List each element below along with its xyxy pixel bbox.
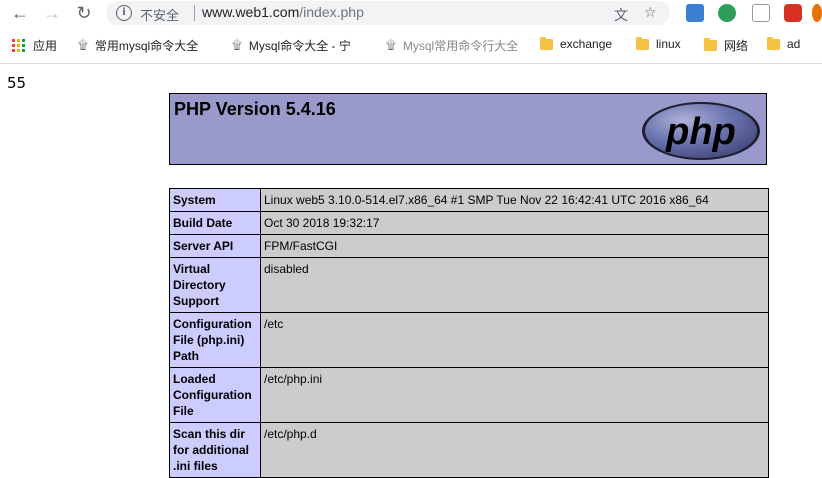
script-output: 55 [7, 74, 27, 92]
security-label: 不安全 [140, 8, 180, 23]
bookmark-label: Mysql常用命令行大全 [402, 39, 519, 53]
bookmark-network[interactable]: 网络 [704, 37, 748, 54]
signal-extension-icon[interactable] [752, 4, 770, 22]
download-extension-icon[interactable] [686, 4, 704, 22]
table-row: Loaded Configuration File/etc/php.ini [169, 367, 769, 423]
address-separator [194, 5, 195, 21]
bookmark-linux[interactable]: linux [636, 36, 681, 51]
php-logo-icon: php [642, 102, 760, 160]
translate-icon[interactable]: 文 [614, 5, 628, 25]
page-content: 55 PHP Version 5.4.16 php System Linux we… [0, 64, 822, 478]
bookmark-mysql-1[interactable]: ۩ 常用mysql命令大全 [78, 37, 198, 54]
row-key: Server API [169, 234, 261, 258]
row-value: Linux web5 3.10.0-514.el7.x86_64 #1 SMP … [260, 188, 769, 212]
row-value: FPM/FastCGI [260, 234, 769, 258]
row-value: disabled [260, 257, 769, 313]
url-host: www.web1.com [202, 4, 300, 20]
dolphin-icon: ۩ [386, 38, 396, 53]
apps-grid-icon [12, 39, 25, 52]
phpinfo-header: PHP Version 5.4.16 php [169, 93, 767, 165]
folder-icon [767, 36, 780, 50]
address-bar[interactable]: i 不安全 www.web1.com/index.php 文 ☆ [106, 1, 670, 25]
bookmark-label: 常用mysql命令大全 [94, 39, 199, 53]
forward-icon[interactable]: → [40, 2, 64, 24]
bookmarks-bar: 应用 ۩ 常用mysql命令大全 ۩ Mysql命令大全 - 宁 ۩ Mysql… [0, 27, 822, 64]
bookmark-label: 应用 [33, 39, 58, 53]
url-path: /index.php [299, 4, 364, 20]
bookmark-mysql-3[interactable]: ۩ Mysql常用命令行大全 [386, 37, 518, 54]
row-key: Scan this dir for additional .ini files [169, 422, 261, 478]
bookmark-label: exchange [560, 37, 613, 51]
row-key: Configuration File (php.ini) Path [169, 312, 261, 368]
row-value: /etc [260, 312, 769, 368]
browser-toolbar: ← → ↻ i 不安全 www.web1.com/index.php 文 ☆ [0, 0, 822, 27]
folder-icon [636, 36, 649, 50]
bookmark-mysql-2[interactable]: ۩ Mysql命令大全 - 宁 [232, 37, 351, 54]
back-icon[interactable]: ← [8, 2, 32, 24]
row-value: /etc/php.d [260, 422, 769, 478]
folder-icon [540, 36, 553, 50]
reload-icon[interactable]: ↻ [72, 2, 96, 24]
row-key: Loaded Configuration File [169, 367, 261, 423]
table-row: Virtual Directory Support disabled [169, 257, 769, 313]
row-key: Virtual Directory Support [169, 257, 261, 313]
info-icon[interactable]: i [116, 5, 132, 21]
bookmark-ad[interactable]: ad [767, 36, 801, 51]
table-row: System Linux web5 3.10.0-514.el7.x86_64 #… [169, 188, 769, 212]
folder-icon [704, 38, 717, 51]
bookmark-label: Mysql命令大全 - 宁 [248, 39, 351, 53]
phpinfo-table: System Linux web5 3.10.0-514.el7.x86_64 #… [169, 188, 769, 478]
table-row: Scan this dir for additional .ini files /… [169, 422, 769, 478]
bookmark-exchange[interactable]: exchange [540, 36, 613, 51]
refresh-extension-icon[interactable] [718, 4, 736, 22]
dolphin-icon: ۩ [78, 38, 88, 53]
table-row: Configuration File (php.ini) Path/etc [169, 312, 769, 368]
row-key: System [169, 188, 261, 212]
adblock-extension-icon[interactable] [784, 4, 802, 22]
bookmark-label: linux [656, 37, 681, 51]
star-icon[interactable]: ☆ [644, 5, 657, 21]
url-text[interactable]: www.web1.com/index.php [202, 4, 364, 20]
row-value: /etc/php.ini [260, 367, 769, 423]
bookmark-label: 网络 [724, 39, 749, 53]
page-title: PHP Version 5.4.16 [174, 99, 336, 119]
bookmark-apps[interactable]: 应用 [12, 37, 57, 54]
row-value: Oct 30 2018 19:32:17 [260, 211, 769, 235]
table-row: Build Date Oct 30 2018 19:32:17 [169, 211, 769, 235]
row-key: Build Date [169, 211, 261, 235]
profile-extension-icon[interactable] [812, 4, 822, 22]
bookmark-label: ad [787, 37, 801, 51]
table-row: Server API FPM/FastCGI [169, 234, 769, 258]
logo-text: php [665, 111, 736, 153]
dolphin-icon: ۩ [232, 38, 242, 53]
